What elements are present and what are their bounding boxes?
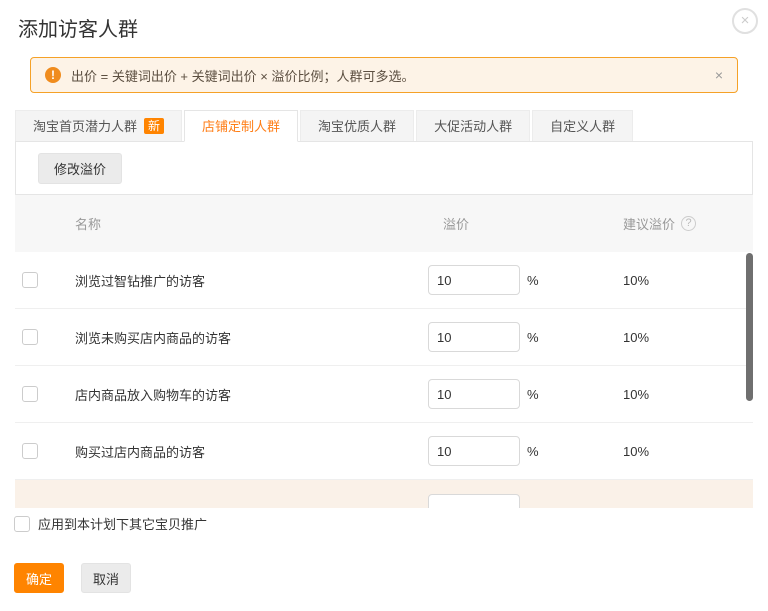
page-title: 添加访客人群 (18, 13, 138, 42)
apply-to-plan-row: 应用到本计划下其它宝贝推广 (14, 514, 207, 533)
tab-custom-audience[interactable]: 自定义人群 (532, 110, 633, 141)
notice-text: 出价 = 关键词出价 + 关键词出价 × 溢价比例；人群可多选。 (71, 66, 715, 85)
tab-taobao-quality[interactable]: 淘宝优质人群 (300, 110, 414, 141)
percent-sign: % (527, 330, 539, 345)
suggested-premium: 10% (623, 387, 649, 402)
tab-shop-custom[interactable]: 店铺定制人群 (184, 110, 298, 142)
row-checkbox[interactable] (22, 272, 38, 288)
notice-close-icon[interactable]: × (715, 67, 723, 83)
premium-input[interactable] (428, 436, 520, 466)
percent-sign: % (527, 273, 539, 288)
audience-name: 浏览过智钻推广的访客 (75, 271, 428, 290)
row-checkbox[interactable] (22, 329, 38, 345)
premium-input[interactable] (428, 322, 520, 352)
tab-promotion-activity[interactable]: 大促活动人群 (416, 110, 530, 141)
table-header: 名称 溢价 建议溢价 ? (15, 195, 753, 252)
modify-premium-button[interactable]: 修改溢价 (38, 153, 122, 184)
row-checkbox[interactable] (22, 386, 38, 402)
percent-sign: % (527, 444, 539, 459)
row-checkbox[interactable] (22, 443, 38, 459)
header-premium: 溢价 (428, 214, 623, 233)
tab-bar: 淘宝首页潜力人群 新 店铺定制人群 淘宝优质人群 大促活动人群 自定义人群 (15, 110, 753, 141)
scrollbar-thumb[interactable] (746, 253, 753, 401)
new-badge: 新 (144, 118, 164, 134)
header-suggested-label: 建议溢价 (623, 214, 675, 233)
alert-icon: ! (45, 67, 61, 83)
table-row: 购买过店内商品的访客 % 10% (15, 423, 753, 480)
cancel-button[interactable]: 取消 (81, 563, 131, 593)
audience-name: 购买过店内商品的访客 (75, 442, 428, 461)
tab-label: 店铺定制人群 (202, 111, 280, 142)
header-name: 名称 (75, 214, 428, 233)
suggested-premium: 10% (623, 273, 649, 288)
header-suggested: 建议溢价 ? (623, 214, 753, 233)
dialog-footer: 确定 取消 (14, 563, 131, 593)
close-icon[interactable]: × (732, 8, 758, 34)
help-icon[interactable]: ? (681, 216, 696, 231)
table-row-partial (15, 480, 753, 508)
tab-label: 淘宝优质人群 (318, 111, 396, 142)
table-row: 浏览未购买店内商品的访客 % 10% (15, 309, 753, 366)
tab-label: 大促活动人群 (434, 111, 512, 142)
header-premium-label: 溢价 (443, 214, 469, 233)
tab-label: 淘宝首页潜力人群 (33, 111, 137, 142)
premium-input[interactable] (428, 265, 520, 295)
tab-label: 自定义人群 (550, 111, 615, 142)
table-row: 店内商品放入购物车的访客 % 10% (15, 366, 753, 423)
tab-content-toolbar: 修改溢价 (15, 141, 753, 195)
confirm-button[interactable]: 确定 (14, 563, 64, 593)
suggested-premium: 10% (623, 444, 649, 459)
audience-name: 浏览未购买店内商品的访客 (75, 328, 428, 347)
apply-to-plan-checkbox[interactable] (14, 516, 30, 532)
suggested-premium: 10% (623, 330, 649, 345)
audience-name: 店内商品放入购物车的访客 (75, 385, 428, 404)
tab-taobao-homepage-potential[interactable]: 淘宝首页潜力人群 新 (15, 110, 182, 141)
premium-input[interactable] (428, 494, 520, 509)
audience-table-body: 浏览过智钻推广的访客 % 10% 浏览未购买店内商品的访客 % 10% 店内商品… (15, 252, 753, 508)
percent-sign: % (527, 387, 539, 402)
table-row: 浏览过智钻推广的访客 % 10% (15, 252, 753, 309)
apply-to-plan-label: 应用到本计划下其它宝贝推广 (38, 514, 207, 533)
notice-bar: ! 出价 = 关键词出价 + 关键词出价 × 溢价比例；人群可多选。 × (30, 57, 738, 93)
premium-input[interactable] (428, 379, 520, 409)
